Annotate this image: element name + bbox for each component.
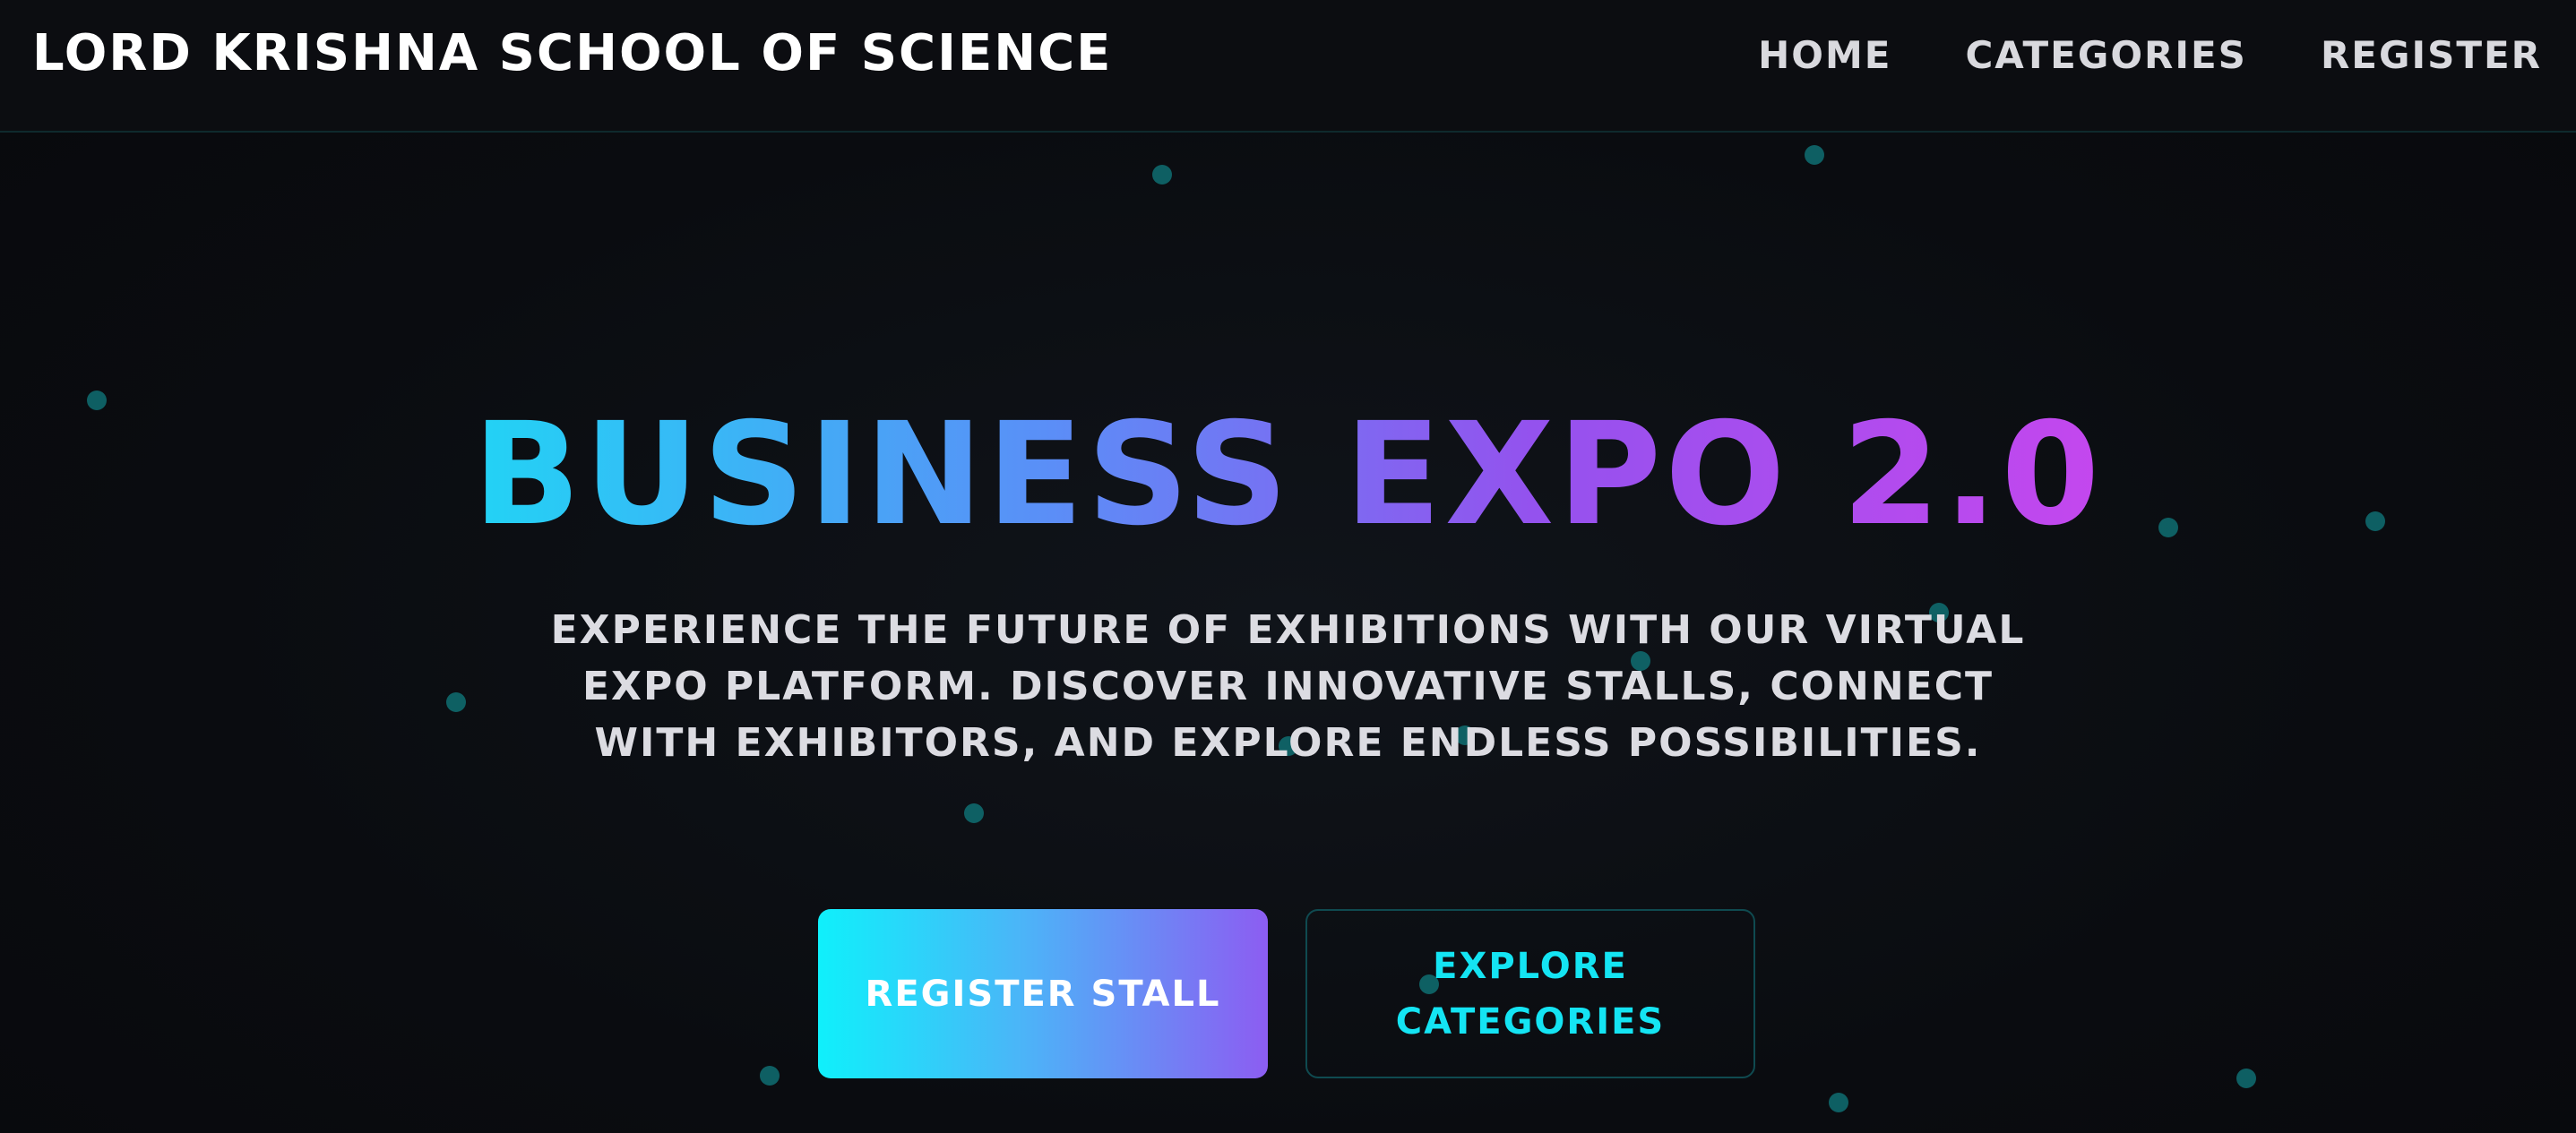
particle-dot xyxy=(1152,165,1172,185)
hero-subtitle: EXPERIENCE THE FUTURE OF EXHIBITIONS WIT… xyxy=(550,607,2026,766)
site-header: LORD KRISHNA SCHOOL OF SCIENCE HOME CATE… xyxy=(0,0,2576,133)
particle-dot xyxy=(2236,1069,2256,1088)
explore-categories-button[interactable]: EXPLORE CATEGORIES xyxy=(1305,909,1755,1078)
nav-link-categories[interactable]: CATEGORIES xyxy=(1965,33,2247,77)
particle-dot xyxy=(1829,1093,1848,1112)
hero-title: BUSINESS EXPO 2.0 xyxy=(0,394,2576,555)
particle-dot xyxy=(760,1066,780,1086)
main-nav: HOME CATEGORIES REGISTER xyxy=(1684,23,2542,86)
particle-dot xyxy=(964,803,984,823)
particle-dot xyxy=(446,692,466,712)
particle-dot xyxy=(1805,145,1824,165)
register-stall-button[interactable]: REGISTER STALL xyxy=(818,909,1268,1078)
nav-link-register[interactable]: REGISTER xyxy=(2321,33,2542,77)
hero-title-text: BUSINESS EXPO 2.0 xyxy=(472,392,2104,557)
page: LORD KRISHNA SCHOOL OF SCIENCE HOME CATE… xyxy=(0,0,2576,1133)
brand-title[interactable]: LORD KRISHNA SCHOOL OF SCIENCE xyxy=(32,20,1112,88)
nav-link-home[interactable]: HOME xyxy=(1758,33,1891,77)
